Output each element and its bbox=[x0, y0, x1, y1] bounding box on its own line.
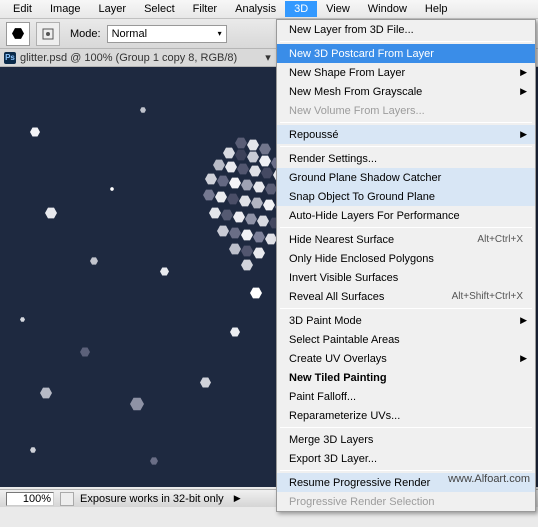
menu-item-invert-visible[interactable]: Invert Visible Surfaces bbox=[277, 268, 535, 287]
menu-view[interactable]: View bbox=[317, 1, 359, 17]
menu-item-hide-nearest[interactable]: Hide Nearest SurfaceAlt+Ctrl+X bbox=[277, 230, 535, 249]
zoom-input[interactable]: 100% bbox=[6, 492, 54, 506]
status-message: Exposure works in 32-bit only bbox=[80, 493, 224, 505]
menu-item-select-paintable[interactable]: Select Paintable Areas bbox=[277, 330, 535, 349]
menu-item-new-3d-postcard[interactable]: New 3D Postcard From Layer bbox=[277, 44, 535, 63]
menu-item-paint-falloff[interactable]: Paint Falloff... bbox=[277, 387, 535, 406]
menu-item-new-layer-3d-file[interactable]: New Layer from 3D File... bbox=[277, 20, 535, 39]
menu-help[interactable]: Help bbox=[416, 1, 457, 17]
chevron-right-icon: ▶ bbox=[520, 129, 527, 140]
chevron-right-icon: ▶ bbox=[520, 315, 527, 326]
menu-item-create-uv[interactable]: Create UV Overlays▶ bbox=[277, 349, 535, 368]
separator bbox=[280, 146, 532, 147]
menu-edit[interactable]: Edit bbox=[4, 1, 41, 17]
menu-item-new-mesh[interactable]: New Mesh From Grayscale▶ bbox=[277, 82, 535, 101]
menu-item-reveal-all[interactable]: Reveal All SurfacesAlt+Shift+Ctrl+X bbox=[277, 287, 535, 306]
menu-item-progressive-selection: Progressive Render Selection bbox=[277, 492, 535, 511]
separator bbox=[280, 308, 532, 309]
menu-item-new-volume: New Volume From Layers... bbox=[277, 101, 535, 120]
document-title: glitter.psd @ 100% (Group 1 copy 8, RGB/… bbox=[20, 52, 237, 64]
mode-label: Mode: bbox=[70, 28, 101, 40]
menu-item-export-3d[interactable]: Export 3D Layer... bbox=[277, 449, 535, 468]
separator bbox=[280, 470, 532, 471]
chevron-right-icon: ▶ bbox=[520, 67, 527, 78]
mode-value: Normal bbox=[112, 28, 147, 40]
menu-window[interactable]: Window bbox=[359, 1, 416, 17]
navigator-icon[interactable] bbox=[60, 492, 74, 506]
watermark: www.Alfoart.com bbox=[448, 473, 530, 485]
separator bbox=[280, 427, 532, 428]
shortcut-label: Alt+Shift+Ctrl+X bbox=[452, 291, 523, 302]
menu-item-tiled-painting[interactable]: New Tiled Painting bbox=[277, 368, 535, 387]
brush-preset[interactable]: 14 bbox=[6, 22, 30, 46]
mode-dropdown[interactable]: Normal ▾ bbox=[107, 25, 227, 43]
menu-item-repousse[interactable]: Repoussé▶ bbox=[277, 125, 535, 144]
chevron-right-icon: ▶ bbox=[520, 86, 527, 97]
menu-item-auto-hide[interactable]: Auto-Hide Layers For Performance bbox=[277, 206, 535, 225]
chevron-down-icon: ▾ bbox=[218, 29, 222, 38]
separator bbox=[280, 227, 532, 228]
separator bbox=[280, 122, 532, 123]
menu-item-snap-object[interactable]: Snap Object To Ground Plane bbox=[277, 187, 535, 206]
chevron-down-icon[interactable]: ▾ bbox=[265, 51, 271, 64]
menu-item-paint-mode[interactable]: 3D Paint Mode▶ bbox=[277, 311, 535, 330]
menu-select[interactable]: Select bbox=[135, 1, 184, 17]
brush-panel-toggle[interactable] bbox=[36, 22, 60, 46]
menu-filter[interactable]: Filter bbox=[184, 1, 226, 17]
menu-item-reparameterize[interactable]: Reparameterize UVs... bbox=[277, 406, 535, 425]
menu-item-only-hide[interactable]: Only Hide Enclosed Polygons bbox=[277, 249, 535, 268]
menu-image[interactable]: Image bbox=[41, 1, 90, 17]
menu-analysis[interactable]: Analysis bbox=[226, 1, 285, 17]
separator bbox=[280, 41, 532, 42]
menu-item-render-settings[interactable]: Render Settings... bbox=[277, 149, 535, 168]
menu-item-ground-catcher[interactable]: Ground Plane Shadow Catcher bbox=[277, 168, 535, 187]
menu-bar: Edit Image Layer Select Filter Analysis … bbox=[0, 0, 538, 19]
menu-layer[interactable]: Layer bbox=[90, 1, 136, 17]
menu-item-new-shape[interactable]: New Shape From Layer▶ bbox=[277, 63, 535, 82]
chevron-right-icon[interactable]: ▶ bbox=[234, 493, 241, 504]
chevron-right-icon: ▶ bbox=[520, 353, 527, 364]
menu-3d[interactable]: 3D bbox=[285, 1, 317, 17]
ps-file-icon: Ps bbox=[4, 52, 16, 64]
3d-menu-dropdown: New Layer from 3D File... New 3D Postcar… bbox=[276, 19, 536, 512]
shortcut-label: Alt+Ctrl+X bbox=[477, 234, 523, 245]
menu-item-merge-3d[interactable]: Merge 3D Layers bbox=[277, 430, 535, 449]
